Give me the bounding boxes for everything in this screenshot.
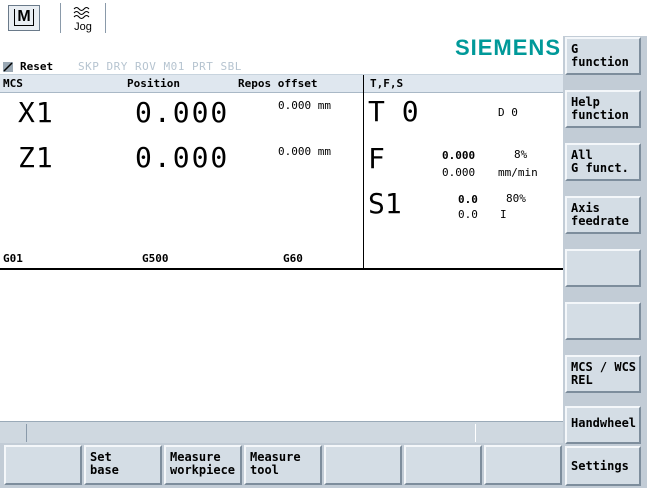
softkey-handwheel[interactable]: Handwheel: [565, 406, 641, 444]
feed-setpoint: 0.000: [442, 166, 476, 179]
feed-override: 8%: [514, 148, 528, 161]
softkey-axis-feedrate[interactable]: Axis feedrate: [565, 196, 641, 234]
softkey-measure-workpiece[interactable]: Measure workpiece: [164, 445, 242, 485]
jog-wave-icon: [73, 7, 90, 19]
header-bar: M Jog: [0, 0, 647, 37]
softkey-h6[interactable]: [404, 445, 482, 485]
softkey-g-function[interactable]: G function: [565, 37, 641, 75]
axis-name: Z1: [18, 141, 54, 174]
axis-position-value: 0.000: [135, 96, 230, 129]
softkey-measure-tool[interactable]: Measure tool: [244, 445, 322, 485]
column-header-bar: MCS Position Repos offset T,F,S: [0, 75, 563, 93]
tool-number: T 0: [368, 95, 419, 128]
softkey-h7[interactable]: [484, 445, 562, 485]
message-field: [26, 424, 476, 442]
tfs-panel: T 0 D 0 F 0.000 0.000 8% mm/min S1 0.0 0…: [364, 93, 563, 268]
axis-repos-offset: 0.000 mm: [278, 145, 331, 158]
axis-name: X1: [18, 96, 54, 129]
spindle-direction: I: [500, 208, 507, 221]
softkey-h1[interactable]: [4, 445, 82, 485]
tool-offset-d: D 0: [498, 106, 518, 119]
message-bar: [0, 421, 563, 444]
header-position: Position: [127, 77, 180, 90]
feed-actual: 0.000: [442, 149, 476, 162]
gcode-exact-stop: G60: [283, 252, 303, 265]
siemens-logo: SIEMENS: [454, 35, 561, 60]
jog-label: Jog: [74, 21, 92, 33]
spindle-actual: 0.0: [458, 193, 478, 206]
softkey-empty-5[interactable]: [565, 249, 641, 287]
header-repos-offset: Repos offset: [238, 77, 318, 90]
softkey-h5[interactable]: [324, 445, 402, 485]
softkey-empty-6[interactable]: [565, 302, 641, 340]
feed-label: F: [368, 142, 385, 175]
gcode-motion: G01: [3, 252, 23, 265]
softkey-set-base[interactable]: Set base: [84, 445, 162, 485]
softkey-all-g-functions[interactable]: All G funct.: [565, 143, 641, 181]
spindle-label: S1: [368, 187, 402, 220]
jog-mode-indicator[interactable]: Jog: [60, 3, 106, 33]
spindle-setpoint: 0.0: [458, 208, 478, 221]
header-mcs: MCS: [3, 77, 23, 90]
feed-unit: mm/min: [498, 166, 538, 179]
channel-status-text: Reset: [20, 60, 54, 73]
panel-divider: [0, 268, 563, 270]
axis-position-value: 0.000: [135, 141, 230, 174]
header-tfs: T,F,S: [370, 77, 404, 90]
reset-state-icon: [3, 62, 13, 72]
axis-position-panel: X1 0.000 0.000 mm Z1 0.000 0.000 mm G01 …: [0, 93, 363, 268]
machine-mode-button[interactable]: M: [8, 5, 40, 31]
status-row: Reset SKP DRY ROV M01 PRT SBL: [0, 60, 563, 75]
softkey-help-function[interactable]: Help function: [565, 90, 641, 128]
softkey-mcs-wcs-rel[interactable]: MCS / WCS REL: [565, 355, 641, 393]
spindle-override: 80%: [506, 192, 526, 205]
program-influence-flags: SKP DRY ROV M01 PRT SBL: [78, 60, 242, 73]
softkey-settings[interactable]: Settings: [565, 446, 641, 486]
machine-mode-icon: M: [14, 9, 34, 26]
axis-repos-offset: 0.000 mm: [278, 99, 331, 112]
brand-row: SIEMENS: [0, 36, 563, 61]
gcode-frame: G500: [142, 252, 169, 265]
